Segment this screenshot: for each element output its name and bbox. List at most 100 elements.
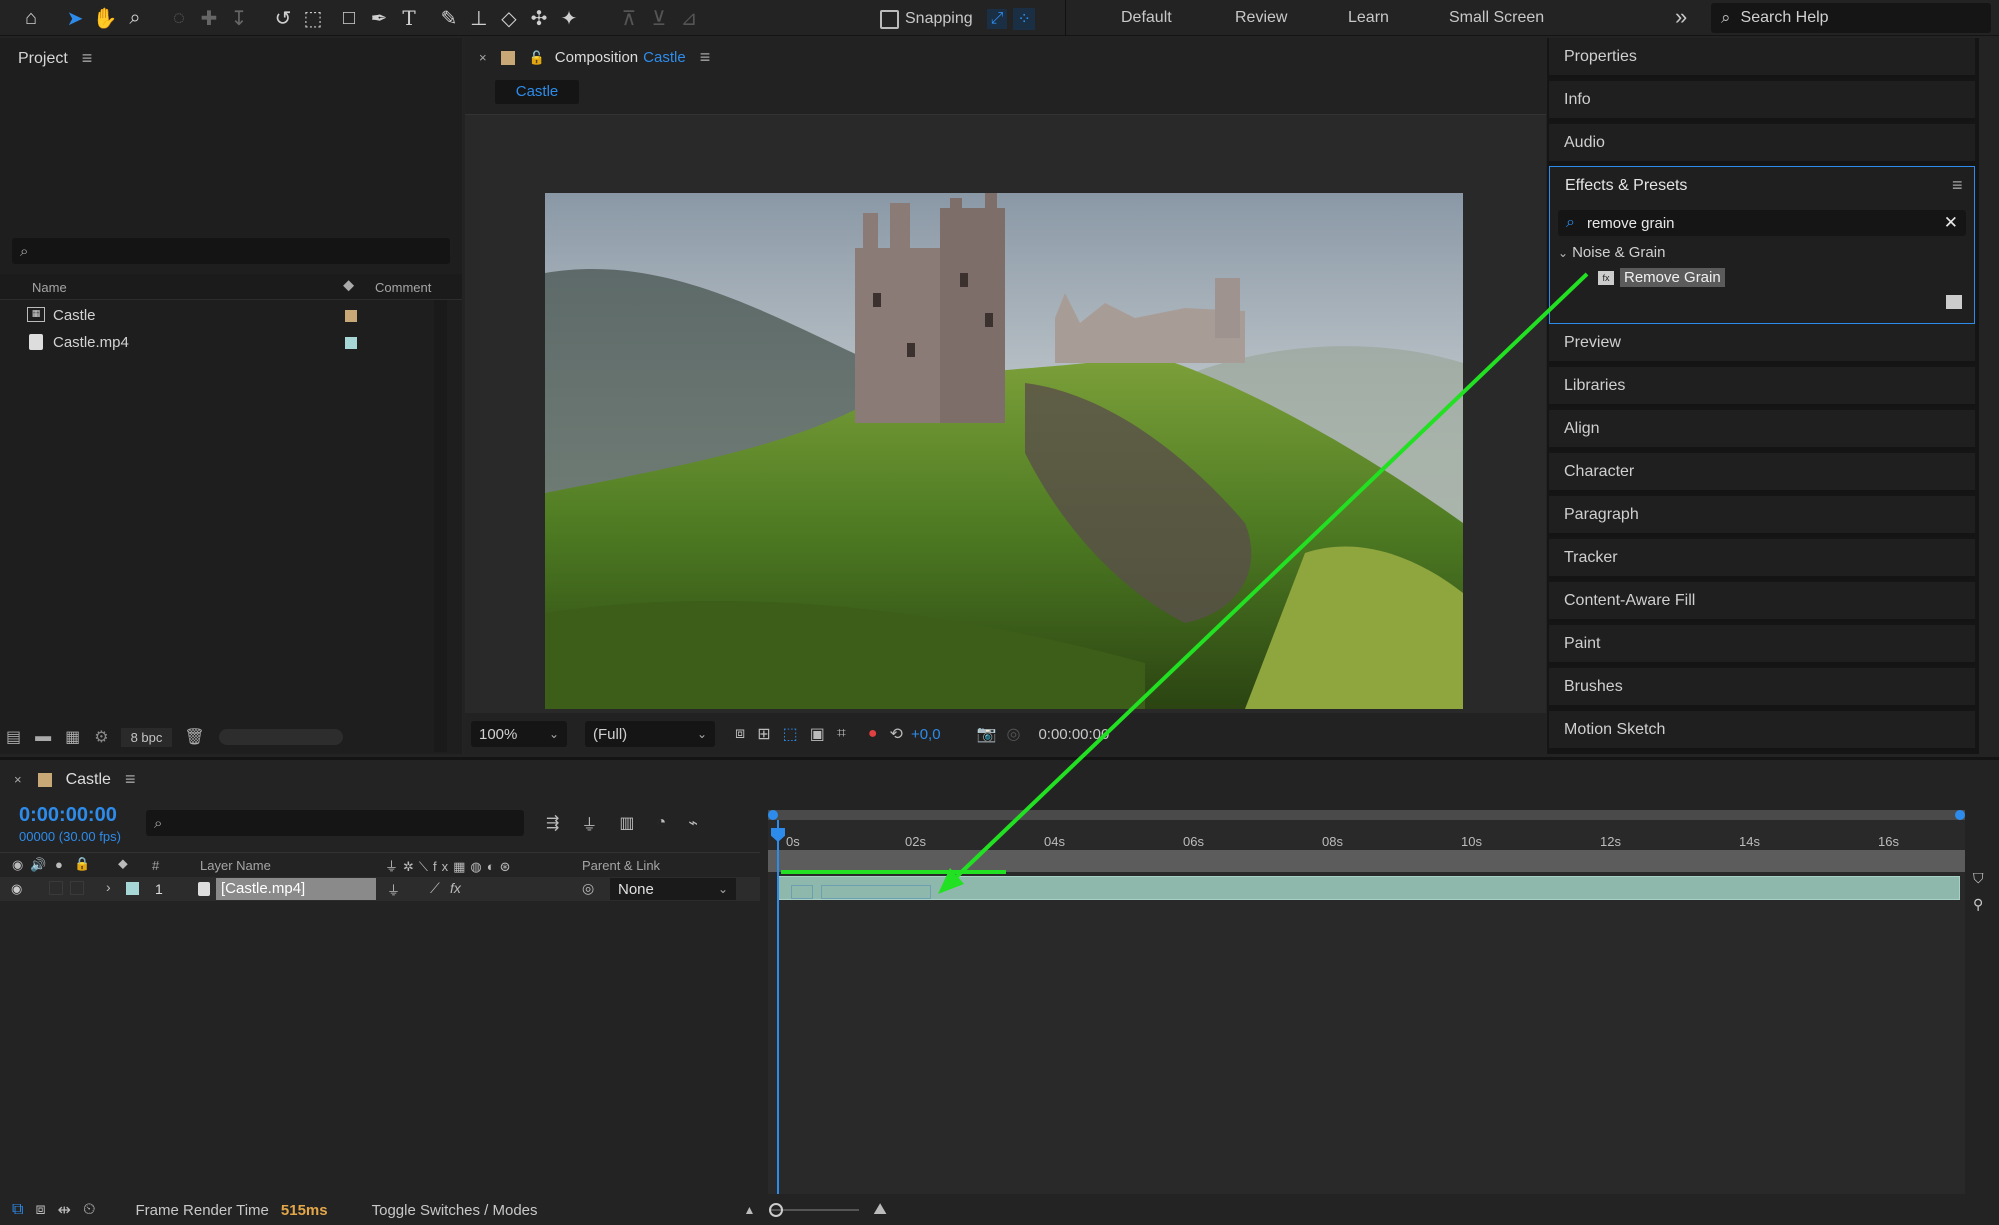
panel-content-aware-fill[interactable]: Content-Aware Fill (1549, 582, 1975, 622)
pan-behind-icon[interactable]: ✚ (194, 3, 224, 33)
color-channels-icon[interactable]: ● (868, 725, 878, 743)
rectangle-tool-icon[interactable]: □ (334, 3, 364, 33)
timeline-timecode[interactable]: 0:00:00:00 (19, 804, 117, 827)
lock-icon[interactable]: 🔓 (529, 50, 545, 66)
menu-icon[interactable]: ≡ (125, 769, 136, 790)
rotate-tool-icon[interactable]: ↺ (268, 3, 298, 33)
timeline-search-input[interactable]: ⌕ (146, 810, 524, 836)
project-search-input[interactable]: ⌕ (12, 238, 450, 264)
label-tag-icon[interactable]: ⬥ (343, 277, 354, 295)
snap-features-icon[interactable]: ⁘ (1013, 8, 1035, 30)
align-y-icon[interactable]: ⊻ (644, 3, 674, 33)
menu-icon[interactable]: ≡ (1952, 175, 1963, 196)
workspace-learn[interactable]: Learn (1348, 9, 1389, 27)
workspace-small-screen[interactable]: Small Screen (1449, 9, 1544, 27)
new-composition-icon[interactable]: ▦ (65, 727, 80, 747)
panel-brushes[interactable]: Brushes (1549, 668, 1975, 708)
quality-switch-icon[interactable]: ⟋ (430, 880, 440, 897)
name-column-header[interactable]: Name (32, 280, 67, 295)
project-title[interactable]: Project (18, 50, 68, 68)
snapping-control[interactable]: Snapping ⤢ ⁘ (880, 8, 1035, 30)
composition-tab[interactable]: × 🔓 Composition Castle ≡ (479, 47, 710, 68)
anchor-point-tool-icon[interactable]: ⬚ (298, 3, 328, 33)
new-preset-icon[interactable] (1946, 295, 1962, 309)
current-time-indicator[interactable] (777, 820, 779, 1194)
fast-previews-icon[interactable]: ⧈ (735, 725, 745, 743)
panel-align[interactable]: Align (1549, 410, 1975, 450)
reset-exposure-icon[interactable]: ⟲ (890, 724, 903, 744)
time-ruler[interactable]: 0s 02s 04s 06s 08s 10s 12s 14s 16s (768, 822, 1965, 852)
project-scrollbar[interactable] (434, 300, 447, 752)
zoom-tool-icon[interactable]: ⌕ (120, 3, 150, 33)
close-icon[interactable]: × (479, 50, 487, 65)
snapping-checkbox[interactable] (880, 9, 899, 29)
panel-libraries[interactable]: Libraries (1549, 367, 1975, 407)
eye-icon[interactable]: ◉ (11, 881, 22, 897)
work-area-bar[interactable] (768, 810, 1965, 820)
align-x-icon[interactable]: ⊼ (614, 3, 644, 33)
work-area-end-handle[interactable] (1955, 810, 1965, 820)
guides-icon[interactable]: ⌗ (837, 725, 846, 743)
layer-row[interactable]: ◉ › 1 [Castle.mp4] ⏚ ⟋ fx ◎ None ⌄ (0, 877, 760, 901)
composition-timecode[interactable]: 0:00:00:00 (1038, 726, 1109, 743)
work-area-start-handle[interactable] (768, 810, 778, 820)
effect-item-remove-grain[interactable]: fx Remove Grain (1598, 268, 1725, 287)
transfer-controls-icon[interactable]: ⧈ (35, 1201, 45, 1219)
lock-icon[interactable]: 🔒 (74, 856, 90, 872)
comment-column-header[interactable]: Comment (375, 280, 431, 295)
menu-icon[interactable]: ≡ (700, 47, 711, 68)
panel-paragraph[interactable]: Paragraph (1549, 496, 1975, 536)
composition-duration-bar[interactable] (768, 850, 1965, 872)
comp-marker-bin-icon[interactable]: ⛉ (1973, 870, 1984, 887)
puppet-pin-icon[interactable]: ✦ (554, 3, 584, 33)
trash-icon[interactable]: 🗑 (184, 727, 204, 747)
chevron-right-icon[interactable]: › (106, 879, 111, 895)
layer-duration-bar[interactable] (778, 876, 1960, 900)
interpret-footage-icon[interactable]: ▤ (6, 727, 21, 747)
camera-icon[interactable]: 📷 (977, 724, 997, 744)
region-of-interest-icon[interactable]: ▣ (810, 724, 825, 744)
exposure-value[interactable]: +0,0 (911, 726, 941, 743)
close-icon[interactable]: ✕ (1944, 213, 1958, 233)
brush-tool-icon[interactable]: ✎ (434, 3, 464, 33)
label-tag-icon[interactable]: ⬥ (118, 855, 128, 872)
project-settings-icon[interactable]: ⚙ (94, 727, 108, 747)
panel-tracker[interactable]: Tracker (1549, 539, 1975, 579)
effects-presets-title[interactable]: Effects & Presets (1565, 177, 1687, 195)
workspace-review[interactable]: Review (1235, 9, 1287, 27)
toggle-switches-modes-button[interactable]: Toggle Switches / Modes (372, 1202, 538, 1219)
chevron-down-icon[interactable]: ⌄ (1558, 246, 1568, 260)
audio-icon[interactable]: 🔊 (30, 857, 46, 873)
effect-category-noise-grain[interactable]: ⌄ Noise & Grain (1558, 244, 1665, 261)
render-time-icon[interactable]: ⏲ (83, 1201, 95, 1219)
panel-character[interactable]: Character (1549, 453, 1975, 493)
label-color-swatch[interactable] (345, 310, 357, 322)
eraser-tool-icon[interactable]: ◇ (494, 3, 524, 33)
panel-motion-sketch[interactable]: Motion Sketch (1549, 711, 1975, 751)
show-snapshot-icon[interactable]: ◎ (1006, 724, 1020, 744)
motion-blur-icon[interactable]: ◔ (657, 814, 667, 832)
in-out-icon[interactable]: ⇹ (58, 1200, 71, 1220)
layer-name-header[interactable]: Layer Name (200, 858, 271, 873)
timeline-graph-area[interactable]: 0s 02s 04s 06s 08s 10s 12s 14s 16s (768, 810, 1965, 1194)
eye-icon[interactable]: ◉ (12, 857, 23, 873)
zoom-slider-knob[interactable] (769, 1203, 784, 1217)
selection-tool-icon[interactable]: ➤ (60, 3, 90, 33)
type-tool-icon[interactable]: T (394, 3, 424, 33)
composition-subtab[interactable]: Castle (495, 80, 579, 104)
solo-icon[interactable]: ● (55, 857, 63, 872)
align-z-icon[interactable]: ⊿ (674, 3, 704, 33)
effects-search-input[interactable]: ⌕ remove grain ✕ (1558, 210, 1966, 236)
home-icon[interactable]: ⌂ (16, 3, 46, 33)
panel-paint[interactable]: Paint (1549, 625, 1975, 665)
thumbnail-zoom-slider[interactable] (218, 729, 343, 745)
stamp-tool-icon[interactable]: ⊥ (464, 3, 494, 33)
layer-name[interactable]: [Castle.mp4] (216, 878, 376, 900)
parent-dropdown[interactable]: None ⌄ (610, 878, 736, 900)
bit-depth-button[interactable]: 8 bpc (120, 727, 173, 747)
graph-editor-icon[interactable]: ⌁ (688, 813, 698, 833)
comp-button-icon[interactable]: ⚲ (1973, 896, 1983, 913)
composition-image[interactable] (545, 193, 1463, 709)
draft-3d-icon[interactable]: ⏚ (581, 811, 597, 835)
roto-brush-icon[interactable]: ✣ (524, 3, 554, 33)
